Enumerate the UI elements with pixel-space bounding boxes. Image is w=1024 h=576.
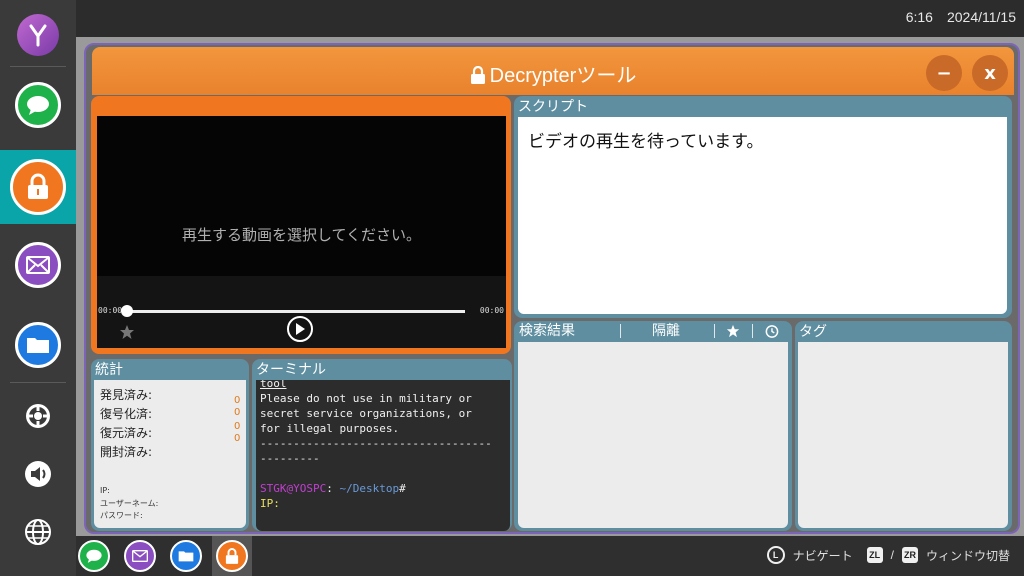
left-dock — [0, 0, 76, 576]
script-panel: スクリプト ビデオの再生を待っています。 — [514, 96, 1012, 318]
video-controls: 00:00 00:00 — [97, 276, 506, 348]
folder-icon — [178, 551, 194, 562]
dock-decrypter-button[interactable] — [0, 150, 76, 224]
taskbar-hints: L ナビゲート ZL / ZR ウィンドウ切替 — [759, 546, 1010, 564]
stat-restored-label: 復元済み: — [100, 426, 153, 440]
minimize-button[interactable]: − — [926, 55, 962, 91]
terminal-header: ターミナル — [256, 361, 326, 377]
video-panel: 再生する動画を選択してください。 00:00 00:00 — [91, 96, 511, 354]
mail-icon — [15, 242, 61, 288]
taskbar-mail-button[interactable] — [124, 540, 156, 572]
dock-settings-button[interactable] — [0, 398, 76, 434]
top-status-bar: 6:16 2024/11/15 — [76, 0, 1024, 37]
stats-body: 発見済み: 復号化済: 復元済み: 開封済み: 0 0 0 0 IP: ユーザー… — [94, 380, 246, 528]
video-player[interactable]: 再生する動画を選択してください。 00:00 00:00 — [97, 116, 506, 348]
prompt-hash: # — [399, 482, 406, 495]
tags-list[interactable] — [798, 342, 1008, 528]
l-button-icon: L — [766, 546, 785, 564]
tags-panel: タグ — [795, 321, 1012, 531]
navigate-label: ナビゲート — [792, 548, 853, 563]
dock-volume-button[interactable] — [0, 456, 76, 492]
terminal-line: secret service organizations, or — [260, 407, 472, 420]
time-end: 00:00 — [479, 306, 504, 315]
stat-opened-label: 開封済み: — [100, 445, 153, 459]
zl-button-icon: ZL — [866, 547, 883, 563]
dock-files-button[interactable] — [0, 320, 76, 370]
time-text: 6:16 — [905, 9, 933, 25]
dock-network-button[interactable] — [0, 514, 76, 550]
dock-messages-button[interactable] — [0, 80, 76, 130]
video-placeholder-text: 再生する動画を選択してください。 — [181, 226, 422, 244]
prompt-colon: : — [326, 482, 333, 495]
terminal-line: ----------------------------------- — [260, 437, 492, 450]
taskbar-files-button[interactable] — [170, 540, 202, 572]
slash-text: / — [890, 548, 894, 562]
video-screen[interactable]: 再生する動画を選択してください。 — [97, 116, 506, 276]
bottom-taskbar: L ナビゲート ZL / ZR ウィンドウ切替 — [76, 536, 1024, 576]
play-button[interactable] — [287, 316, 313, 342]
taskbar-decrypter-button[interactable] — [216, 540, 248, 572]
terminal-prompt: STGK@YOSPC: ~/Desktop# — [260, 481, 506, 496]
date-text: 2024/11/15 — [946, 9, 1016, 25]
switch-window-label: ウィンドウ切替 — [925, 548, 1010, 563]
progress-handle[interactable] — [121, 305, 133, 317]
launcher-logo-icon — [17, 14, 59, 56]
username-label: ユーザーネーム: — [100, 499, 159, 508]
script-header: スクリプト — [518, 98, 588, 114]
stats-header: 統計 — [95, 361, 123, 377]
stats-panel: 統計 発見済み: 復号化済: 復元済み: 開封済み: 0 0 0 0 IP: ユ… — [91, 359, 249, 531]
terminal-line: for illegal purposes. — [260, 422, 400, 435]
window-title-text: Decrypterツール — [489, 65, 637, 87]
password-label: パスワード: — [100, 511, 143, 520]
results-header: 検索結果 — [519, 323, 575, 339]
globe-icon — [25, 519, 51, 545]
star-icon[interactable] — [119, 324, 135, 340]
terminal-line: --------- — [260, 452, 320, 465]
tags-header: タグ — [799, 323, 827, 339]
dock-mail-button[interactable] — [0, 240, 76, 290]
close-button[interactable]: x — [972, 55, 1008, 91]
stat-value: 0 — [234, 421, 241, 432]
lock-icon — [10, 159, 66, 215]
script-body: ビデオの再生を待っています。 — [518, 117, 1007, 314]
terminal-output[interactable]: tool Please do not use in military or se… — [256, 380, 510, 531]
window-title: Decrypterツール — [92, 59, 1014, 88]
terminal-line: Please do not use in military or — [260, 392, 472, 405]
dock-launcher-button[interactable] — [0, 12, 76, 58]
terminal-ip-line: IP: — [260, 497, 280, 510]
stat-value: 0 — [234, 395, 241, 406]
terminal-panel: ターミナル tool Please do not use in military… — [252, 359, 512, 531]
quarantine-column[interactable]: 隔離 — [652, 321, 680, 341]
prompt-path: ~/Desktop — [332, 482, 400, 495]
folder-icon — [15, 322, 61, 368]
chat-bubble-icon — [15, 82, 61, 128]
speaker-icon — [25, 461, 51, 487]
script-text: ビデオの再生を待っています。 — [528, 132, 764, 152]
chat-bubble-icon — [86, 549, 102, 563]
stat-decrypted-label: 復号化済: — [100, 407, 153, 421]
terminal-line: tool — [260, 380, 287, 390]
search-results-panel: 検索結果 隔離 — [514, 321, 792, 531]
stat-value: 0 — [234, 433, 241, 444]
mail-icon — [132, 550, 148, 562]
play-icon — [296, 323, 305, 335]
lock-icon — [225, 548, 239, 564]
time-start: 00:00 — [98, 306, 123, 315]
favorite-star-icon[interactable] — [726, 324, 740, 338]
results-list[interactable] — [518, 342, 788, 528]
prompt-user: STGK@YOSPC — [260, 482, 327, 495]
history-icon[interactable] — [764, 324, 779, 339]
stat-found-label: 発見済み: — [100, 388, 153, 402]
progress-bar[interactable] — [125, 310, 465, 313]
window-titlebar[interactable]: Decrypterツール − x — [92, 47, 1014, 95]
zr-button-icon: ZR — [901, 547, 918, 563]
stat-value: 0 — [234, 407, 241, 418]
ip-label: IP: — [100, 486, 110, 495]
title-lock-icon — [470, 65, 485, 84]
gear-icon — [26, 404, 50, 428]
clock: 6:16 2024/11/15 — [892, 9, 1016, 25]
taskbar-messages-button[interactable] — [78, 540, 110, 572]
